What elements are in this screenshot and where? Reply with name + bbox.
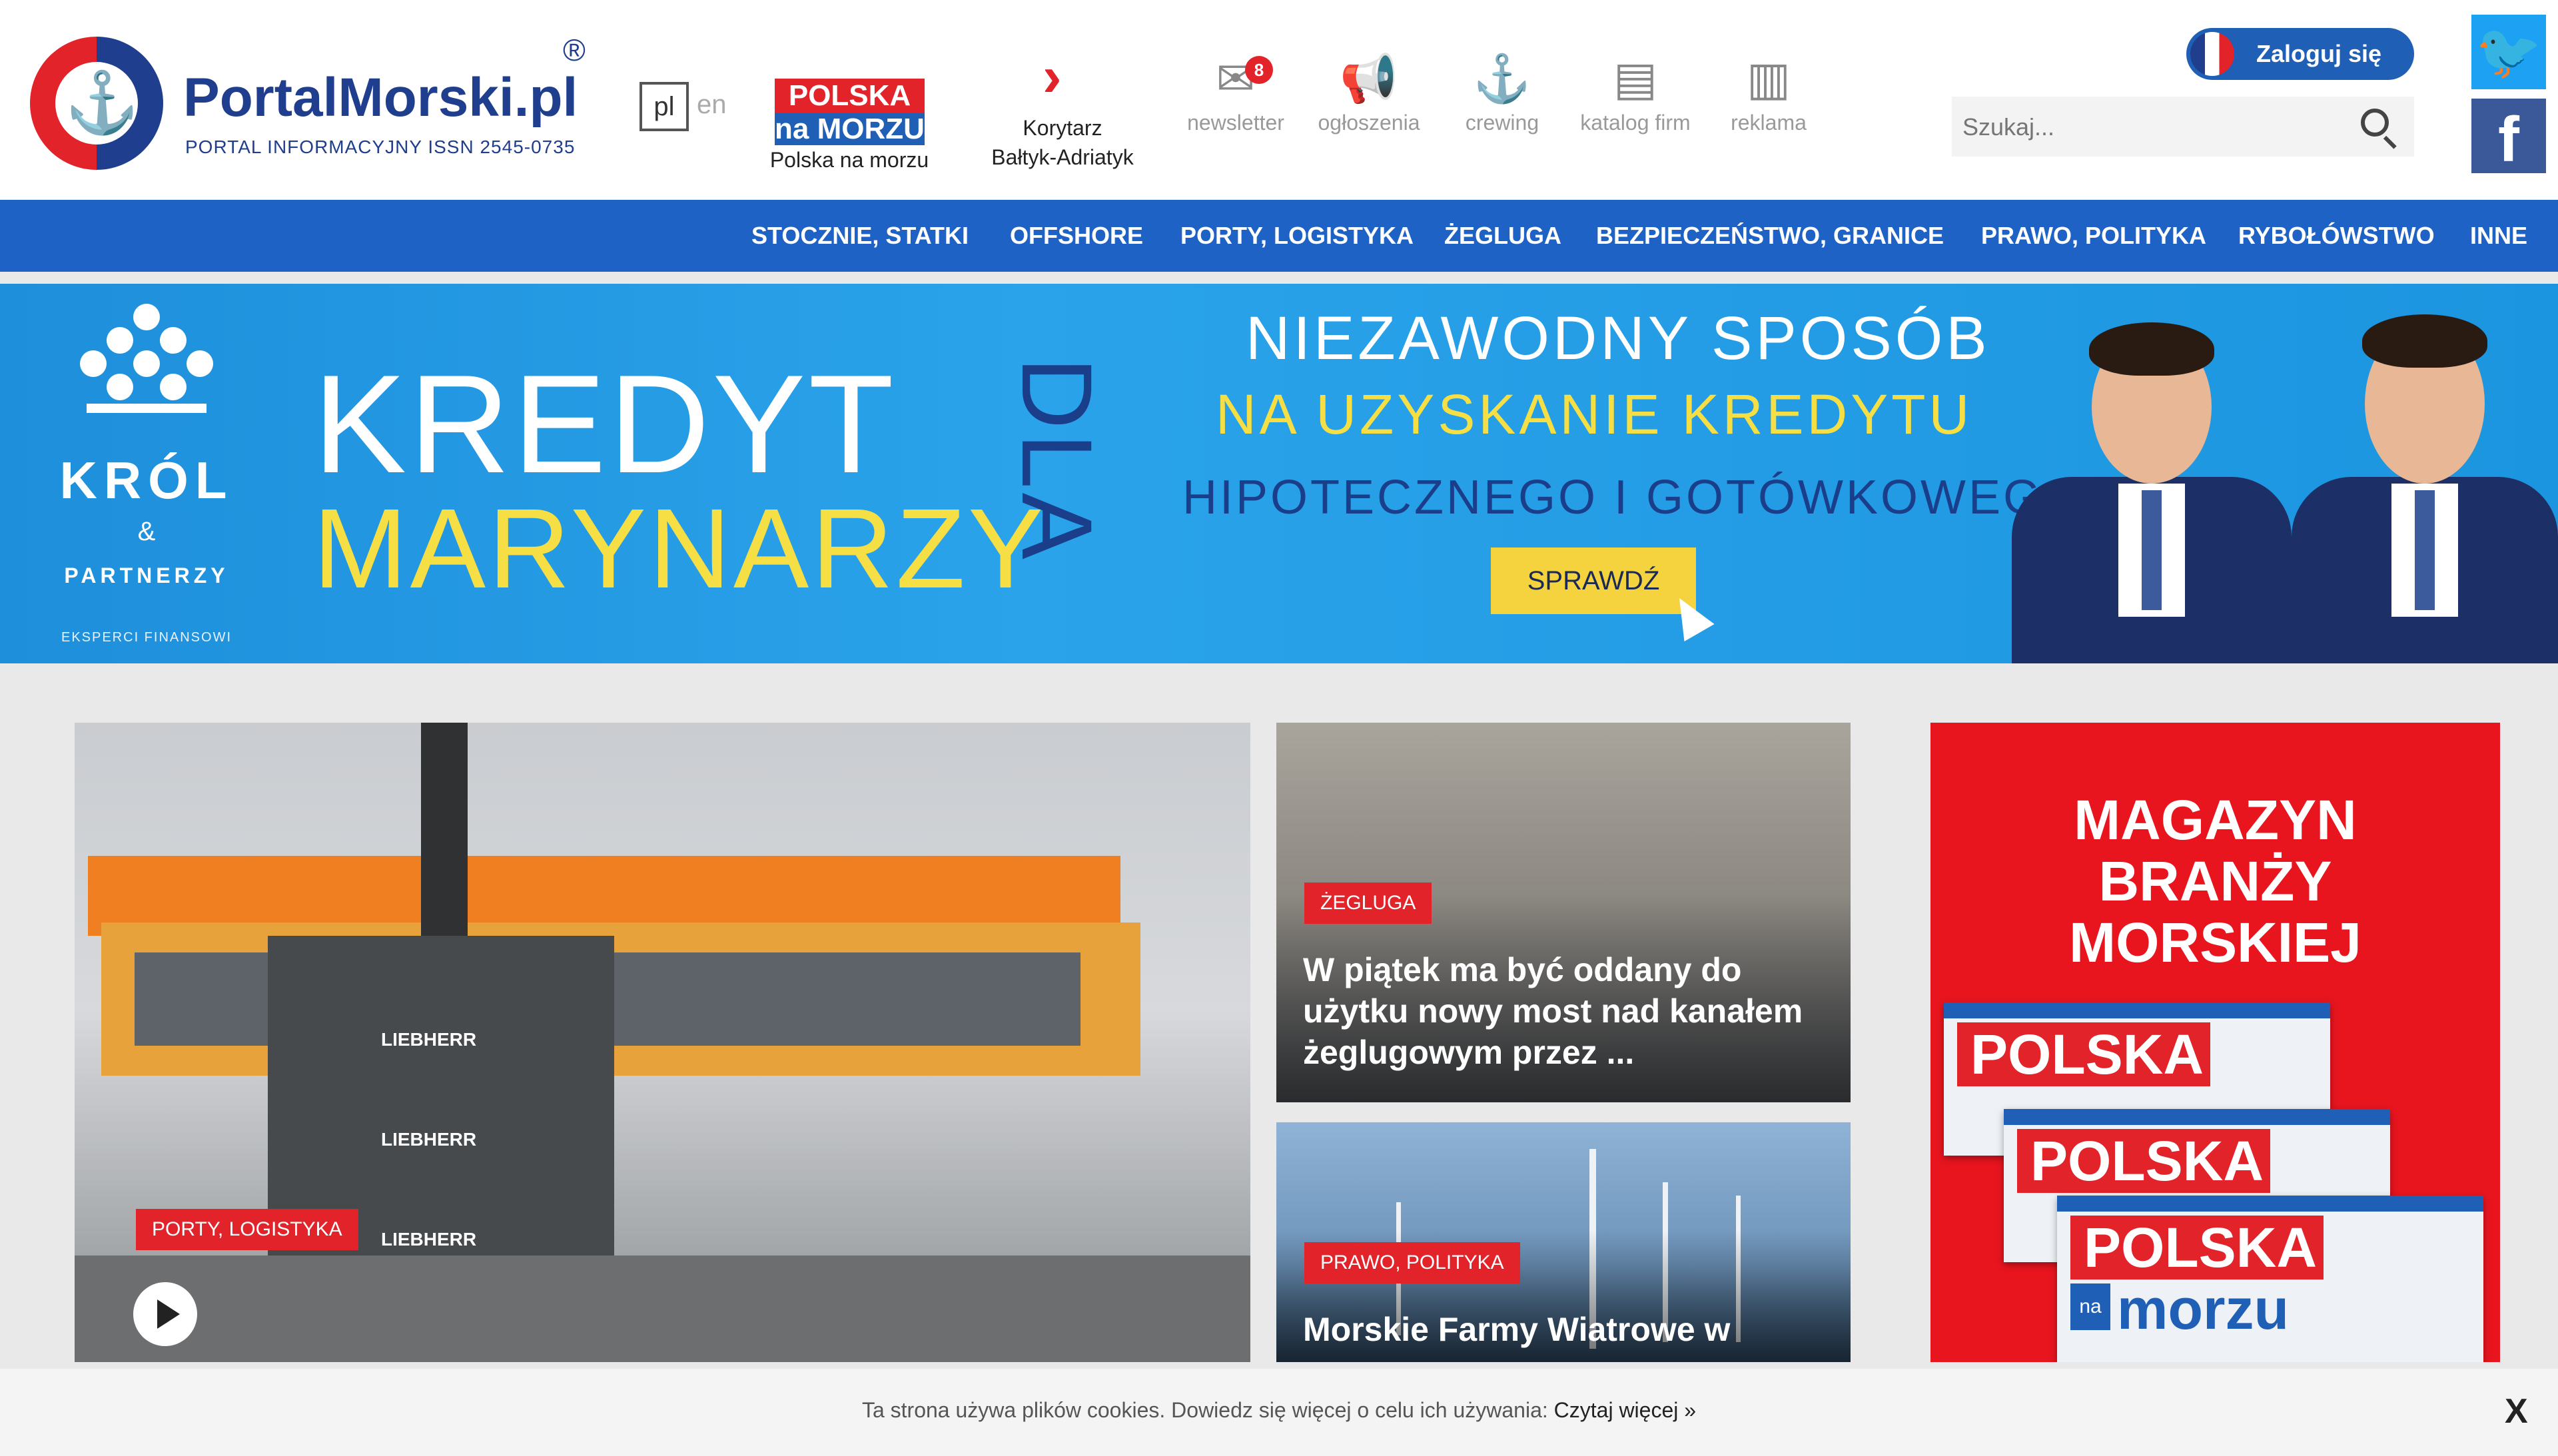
cookie-text: Ta strona używa plików cookies. Dowiedz … (861, 1398, 1548, 1422)
pnm-badge-top: POLSKA (775, 79, 925, 113)
banner-headline-marynarzy: MARYNARZY (313, 486, 1047, 612)
polska-na-morzu-badge[interactable]: POLSKA na MORZU (775, 79, 925, 145)
magazine-ad-title-line1: MAGAZYN (2074, 789, 2357, 851)
nav-bezpieczenstwo-granice[interactable]: BEZPIECZEŃSTWO, GRANICE (1596, 200, 1944, 272)
cookie-read-more-link[interactable]: Czytaj więcej » (1554, 1398, 1696, 1422)
banner-tagline-1: NIEZAWODNY SPOSÓB (1246, 304, 1990, 372)
chart-icon: ▥ (1746, 53, 1791, 105)
nav-rybolowstwo[interactable]: RYBOŁÓWSTWO (2238, 200, 2435, 272)
newsletter-label: newsletter (1187, 111, 1284, 135)
cover-title: POLSKA (1957, 1022, 2210, 1086)
crewing-label: crewing (1465, 111, 1539, 135)
nav-stocznie-statki[interactable]: STOCZNIE, STATKI (751, 200, 969, 272)
site-logo-title[interactable]: PortalMorski.pl (183, 67, 578, 129)
envelope-icon: ✉ (1216, 53, 1256, 105)
crewing-link[interactable]: ⚓ crewing (1436, 47, 1569, 135)
search-icon[interactable] (2349, 97, 2407, 157)
site-logo-subtitle: PORTAL INFORMACYJNY ISSN 2545-0735 (185, 137, 576, 157)
banner-cta-button[interactable]: SPRAWDŹ (1491, 547, 1696, 614)
article-title[interactable]: W piątek ma być oddany do użytku nowy mo… (1303, 949, 1824, 1073)
banner-tagline-3: HIPOTECZNEGO I GOTÓWKOWEGO (1182, 471, 2084, 524)
crane-label-2: LIEBHERR (381, 1129, 477, 1150)
banner-headline-kredyt: KREDYT (313, 346, 897, 502)
registered-mark: ® (563, 33, 586, 67)
reklama-link[interactable]: ▥ reklama (1702, 47, 1835, 135)
search-input[interactable] (1961, 105, 2337, 150)
katalog-firm-label: katalog firm (1580, 111, 1691, 135)
banner-brand-tagline: EKSPERCI FINANSOWI (61, 630, 232, 645)
cookie-message: Ta strona używa plików cookies. Dowiedz … (0, 1398, 2558, 1423)
article-card-wind[interactable]: PRAWO, POLITYKA Morskie Farmy Wiatrowe w (1276, 1122, 1851, 1362)
book-icon: ▤ (1613, 53, 1658, 105)
article-category-badge[interactable]: PRAWO, POLITYKA (1304, 1242, 1520, 1283)
login-label: Zaloguj się (2256, 40, 2382, 67)
banner-ad[interactable]: KRÓL & PARTNERZY EKSPERCI FINANSOWI KRED… (0, 284, 2558, 663)
ogloszenia-link[interactable]: 📢 ogłoszenia (1302, 47, 1436, 135)
pnm-badge-bottom: na MORZU (775, 113, 925, 145)
article-category-badge[interactable]: ŻEGLUGA (1304, 883, 1432, 924)
portal-logo-icon[interactable]: ⚓ (30, 37, 163, 170)
advisor-photo-right (2285, 297, 2558, 663)
cover-title: POLSKA (2017, 1129, 2270, 1193)
magazine-ad-title-line2: BRANŻY (2098, 850, 2332, 912)
cover-na: na (2070, 1283, 2110, 1330)
article-card-bridge[interactable]: ŻEGLUGA W piątek ma być oddany do użytku… (1276, 723, 1851, 1102)
cover-morzu: morzu (2117, 1277, 2289, 1341)
banner-headline-dla: DLA (1001, 357, 1113, 563)
cover-title: POLSKA (2070, 1216, 2324, 1279)
anchor-icon: ⚓ (1473, 53, 1531, 105)
korytarz-label-line1: Korytarz (1023, 116, 1102, 140)
user-flag-icon (2190, 32, 2234, 76)
banner-brand-amp: & (137, 517, 156, 546)
featured-article[interactable]: LIEBHERR LIEBHERR LIEBHERR PORTY, LOGIST… (75, 723, 1250, 1362)
facebook-icon[interactable]: f (2471, 99, 2546, 175)
cookie-bar: Ta strona używa plików cookies. Dowiedz … (0, 1369, 2558, 1456)
ogloszenia-label: ogłoszenia (1318, 111, 1420, 135)
nav-inne[interactable]: INNE (2470, 200, 2527, 272)
featured-category-badge[interactable]: PORTY, LOGISTYKA (136, 1209, 358, 1250)
reklama-label: reklama (1731, 111, 1807, 135)
newsletter-badge: 8 (1245, 56, 1273, 84)
crane-label-3: LIEBHERR (381, 1229, 477, 1250)
search-box (1952, 97, 2414, 157)
lang-pl-button[interactable]: pl (640, 82, 689, 131)
site-header: ⚓ PortalMorski.pl ® PORTAL INFORMACYJNY … (0, 0, 2558, 200)
banner-tagline-2: NA UZYSKANIE KREDYTU (1216, 383, 1973, 446)
nav-prawo-polityka[interactable]: PRAWO, POLITYKA (1981, 200, 2206, 272)
korytarz-link[interactable]: Korytarz Bałtyk-Adriatyk (966, 113, 1159, 172)
katalog-firm-link[interactable]: ▤ katalog firm (1569, 47, 1702, 135)
magazine-ad[interactable]: MAGAZYN BRANŻY MORSKIEJ POLSKA POLSKA PO… (1930, 723, 2500, 1362)
lang-en-link[interactable]: en (697, 90, 727, 120)
banner-brand-krol: KRÓL (59, 451, 234, 510)
play-icon[interactable] (133, 1282, 197, 1346)
nav-zegluga[interactable]: ŻEGLUGA (1444, 200, 1561, 272)
korytarz-chevron-icon[interactable]: › (1043, 47, 1082, 107)
korytarz-label-line2: Bałtyk-Adriatyk (991, 145, 1134, 169)
advisor-photo-left (2012, 304, 2292, 663)
nav-offshore[interactable]: OFFSHORE (1010, 200, 1143, 272)
main-nav: STOCZNIE, STATKI OFFSHORE PORTY, LOGISTY… (0, 200, 2558, 272)
crown-crest-icon (67, 304, 226, 424)
twitter-icon[interactable]: 🐦 (2471, 15, 2546, 89)
magazine-ad-title: MAGAZYN BRANŻY MORSKIEJ (1930, 789, 2500, 973)
polska-na-morzu-link[interactable]: Polska na morzu (753, 148, 946, 173)
nav-porty-logistyka[interactable]: PORTY, LOGISTYKA (1180, 200, 1414, 272)
crane-image: LIEBHERR LIEBHERR LIEBHERR (268, 936, 614, 1309)
crane-label-1: LIEBHERR (381, 1029, 477, 1050)
article-title[interactable]: Morskie Farmy Wiatrowe w (1303, 1309, 1824, 1350)
magazine-ad-title-line3: MORSKIEJ (2069, 911, 2361, 974)
close-icon[interactable]: X (2505, 1391, 2528, 1431)
megaphone-icon: 📢 (1340, 53, 1398, 105)
banner-brand-partnerzy: PARTNERZY (64, 563, 229, 587)
login-button[interactable]: Zaloguj się (2186, 28, 2414, 80)
newsletter-link[interactable]: ✉ 8 newsletter (1169, 47, 1302, 135)
magazine-cover-3: POLSKA na morzu (2057, 1196, 2483, 1362)
